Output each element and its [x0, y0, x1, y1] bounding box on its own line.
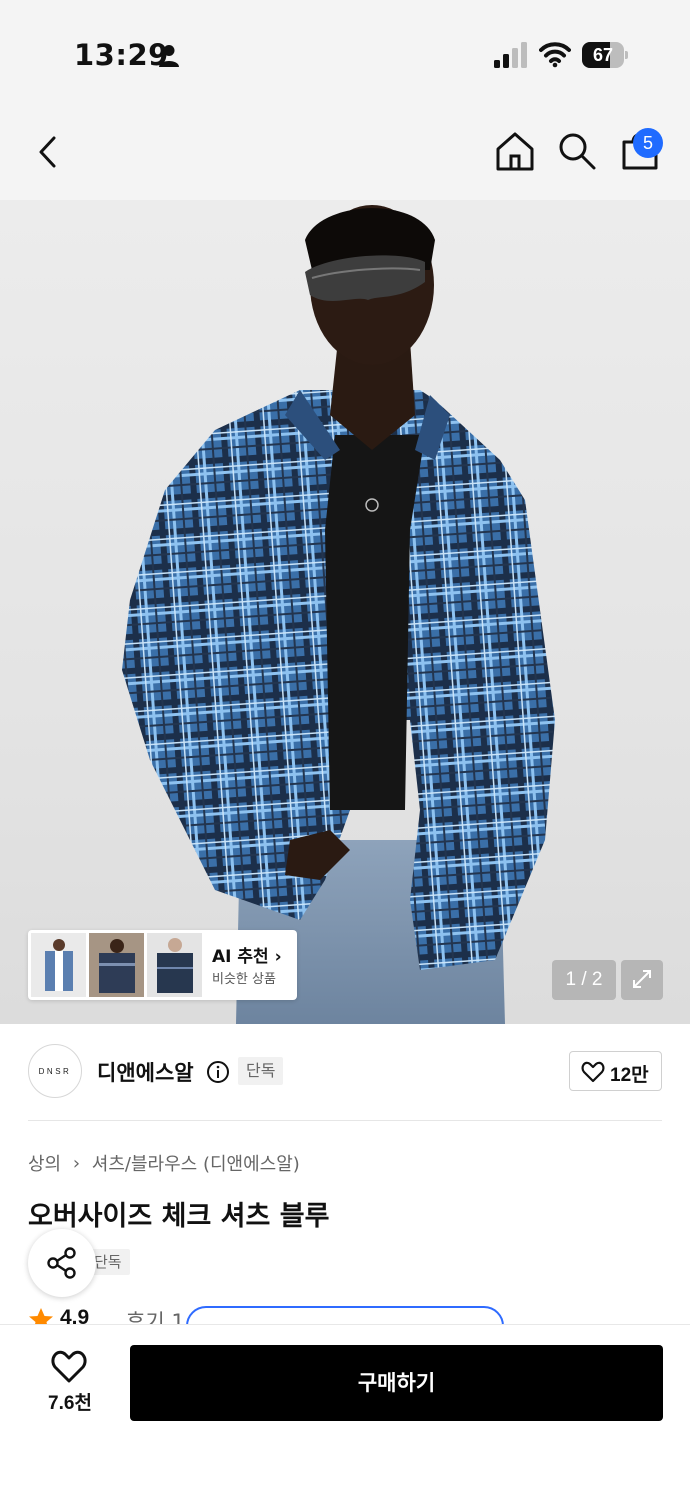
ai-thumbnail-3[interactable] [147, 933, 202, 997]
app-header [0, 100, 690, 200]
ai-recommendation-subtitle: 비슷한 상품 [212, 972, 276, 987]
brand-like-button[interactable]: 12만 [569, 1051, 662, 1091]
heart-icon [581, 1061, 605, 1083]
expand-icon[interactable] [621, 960, 663, 1000]
ai-recommendation-card[interactable]: AI 추천 › 비슷한 상품 [28, 930, 297, 1000]
product-title: 오버사이즈 체크 셔츠 블루 [28, 1201, 330, 1232]
exclusive-badge: 단독 [238, 1057, 284, 1085]
cart-badge: 5 [633, 128, 663, 158]
heart-icon[interactable] [50, 1348, 88, 1384]
rating-value: 4.9 [60, 1306, 90, 1324]
breadcrumb-subcategory[interactable]: 셔츠/블라우스 (디앤에스알) [92, 1154, 300, 1175]
chevron-right-icon: › [72, 1152, 81, 1174]
buy-button[interactable]: 구매하기 [130, 1345, 663, 1421]
signal-icon [494, 42, 527, 68]
brand-logo[interactable]: DNSR [28, 1044, 82, 1098]
back-icon[interactable] [28, 130, 68, 174]
battery-level: 67 [592, 45, 614, 65]
search-icon[interactable] [556, 130, 598, 172]
share-button[interactable] [28, 1229, 96, 1297]
battery-icon: 67 [582, 42, 628, 68]
image-page-counter: 1 / 2 [552, 960, 616, 1000]
info-icon[interactable] [206, 1060, 230, 1084]
chevron-right-icon: › [274, 947, 282, 967]
status-time: 13:29 [74, 38, 169, 72]
divider [28, 1120, 662, 1121]
star-icon [29, 1308, 53, 1324]
breadcrumb-category[interactable]: 상의 [28, 1154, 61, 1175]
wifi-icon [539, 42, 571, 68]
breadcrumb: 상의 › 셔츠/블라우스 (디앤에스알) [28, 1150, 300, 1176]
person-icon [159, 45, 179, 67]
brand-like-count: 12만 [610, 1065, 649, 1086]
wish-count: 7.6천 [48, 1393, 92, 1414]
share-icon [47, 1247, 76, 1279]
product-photo [122, 205, 555, 1024]
brand-name[interactable]: 디앤에스알 [97, 1057, 194, 1087]
status-bar: 13:29 67 [0, 0, 690, 100]
home-icon[interactable] [494, 130, 536, 172]
ai-thumbnail-2[interactable] [89, 933, 144, 997]
ai-thumbnail-1[interactable] [31, 933, 86, 997]
product-image[interactable]: AI 추천 › 비슷한 상품 1 / 2 [0, 200, 690, 1024]
ai-recommendation-title: AI 추천 › [212, 947, 282, 967]
